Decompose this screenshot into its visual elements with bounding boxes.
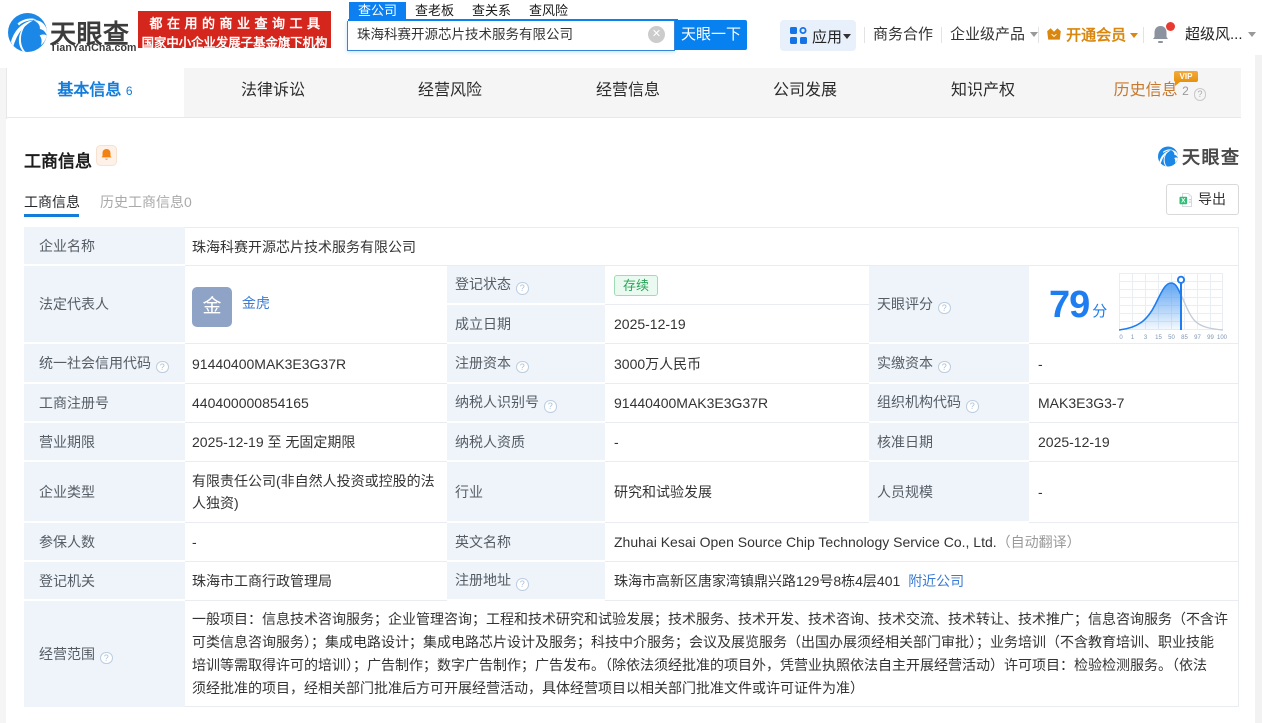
svg-text:85: 85	[1181, 335, 1188, 341]
svg-text:99: 99	[1207, 335, 1214, 341]
svg-text:100: 100	[1217, 335, 1227, 341]
svg-text:0: 0	[1119, 335, 1123, 341]
svg-text:97: 97	[1194, 335, 1201, 341]
svg-text:3: 3	[1144, 335, 1148, 341]
svg-text:天眼查: 天眼查	[1182, 147, 1241, 168]
svg-text:X: X	[1181, 197, 1186, 204]
svg-text:50: 50	[1168, 335, 1175, 341]
svg-text:1: 1	[1131, 335, 1135, 341]
svg-text:15: 15	[1155, 335, 1162, 341]
